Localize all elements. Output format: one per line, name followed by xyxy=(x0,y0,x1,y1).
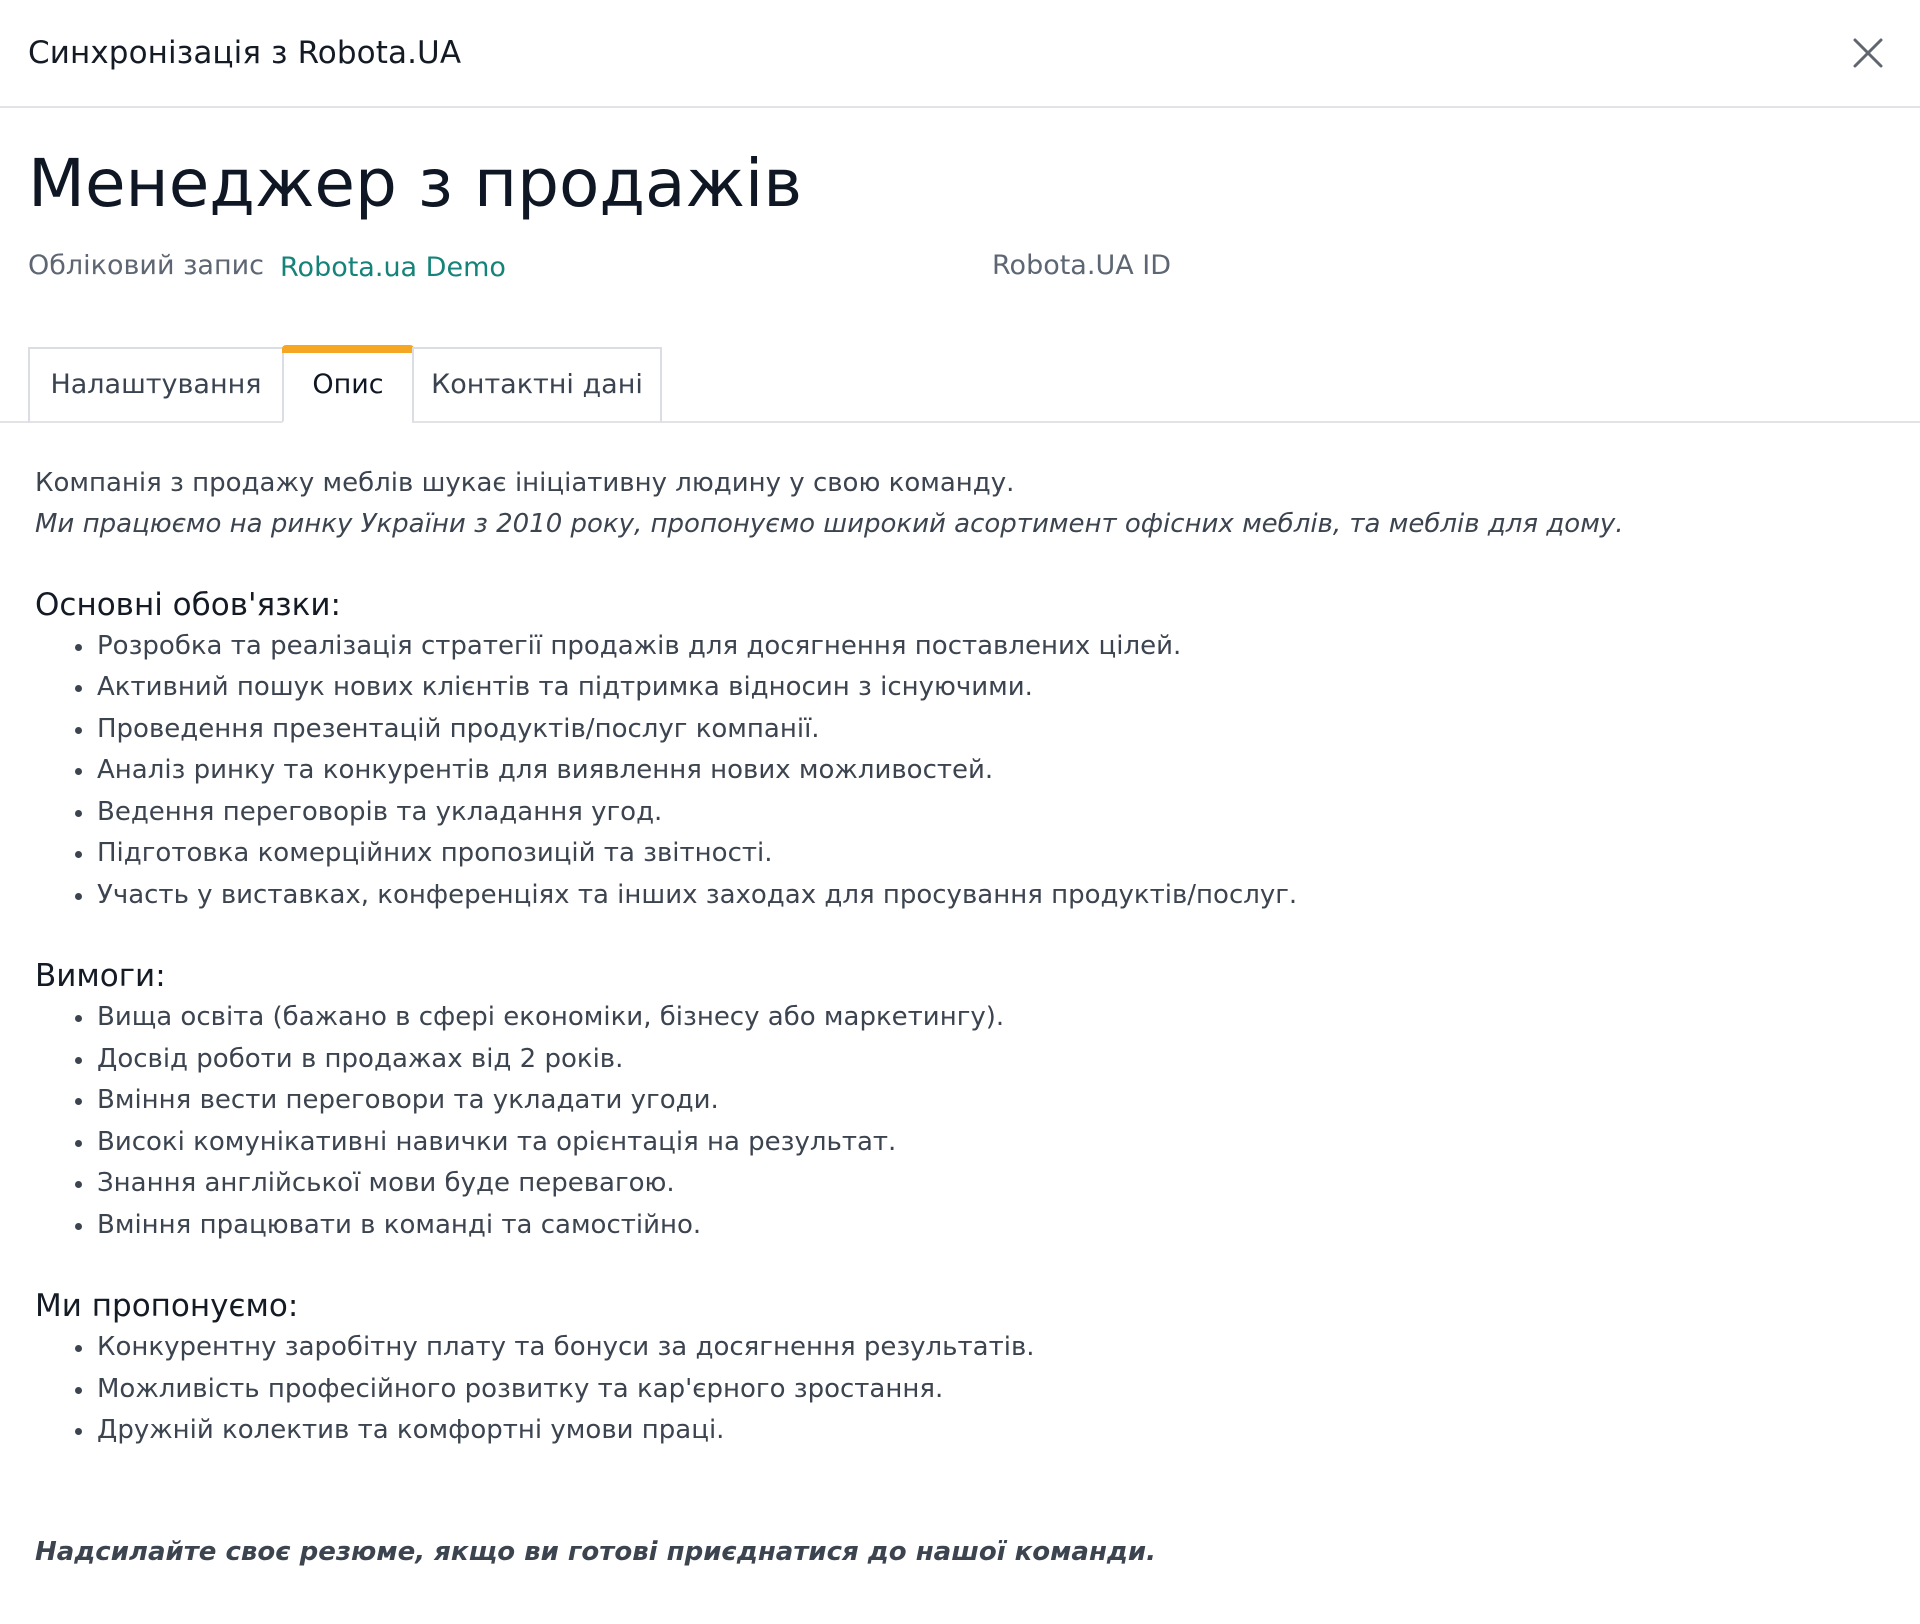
list-item: Вміння працювати в команді та самостійно… xyxy=(75,1205,1920,1247)
close-button[interactable] xyxy=(1848,33,1888,73)
list-item: Проведення презентацій продуктів/послуг … xyxy=(75,709,1920,751)
list-item: Активний пошук нових клієнтів та підтрим… xyxy=(75,667,1920,709)
duties-list: Розробка та реалізація стратегії продажі… xyxy=(35,626,1920,917)
section-title-offer: Ми пропонуємо: xyxy=(35,1288,299,1325)
list-item: Участь у виставках, конференціях та інши… xyxy=(75,875,1920,917)
robota-id-label: Robota.UA ID xyxy=(992,249,1172,281)
tab-list: Налаштування Опис Контактні дані xyxy=(28,344,662,423)
dialog-title: Синхронізація з Robota.UA xyxy=(28,35,462,71)
tab-contacts[interactable]: Контактні дані xyxy=(412,346,662,423)
tabs-bar: Налаштування Опис Контактні дані xyxy=(0,343,1920,423)
list-item: Ведення переговорів та укладання угод. xyxy=(75,792,1920,834)
intro-text: Компанія з продажу меблів шукає ініціати… xyxy=(35,467,1015,498)
tab-settings[interactable]: Налаштування xyxy=(28,346,284,423)
dialog-header: Синхронізація з Robota.UA xyxy=(0,0,1920,108)
account-label: Обліковий запис xyxy=(28,249,265,281)
account-meta-row: Обліковий запис Robota.ua Demo Robota.UA… xyxy=(0,250,1920,300)
section-title-requirements: Вимоги: xyxy=(35,958,166,995)
description-content: Компанія з продажу меблів шукає ініціати… xyxy=(0,423,1920,1573)
list-item: Знання англійської мови буде перевагою. xyxy=(75,1163,1920,1205)
list-item: Конкурентну заробітну плату та бонуси за… xyxy=(75,1327,1920,1369)
section-title-duties: Основні обов'язки: xyxy=(35,586,341,623)
account-link[interactable]: Robota.ua Demo xyxy=(280,252,506,283)
footer-note: Надсилайте своє резюме, якщо ви готові п… xyxy=(35,1536,1157,1567)
sync-dialog: Синхронізація з Robota.UA Менеджер з про… xyxy=(0,0,1920,1624)
list-item: Досвід роботи в продажах від 2 років. xyxy=(75,1039,1920,1081)
list-item: Можливість професійного розвитку та кар'… xyxy=(75,1369,1920,1411)
list-item: Дружній колектив та комфортні умови прац… xyxy=(75,1410,1920,1452)
tab-description[interactable]: Опис xyxy=(282,344,414,423)
list-item: Вміння вести переговори та укладати угод… xyxy=(75,1080,1920,1122)
intro-italic-text: Ми працюємо на ринку України з 2010 року… xyxy=(35,508,1624,539)
list-item: Вища освіта (бажано в сфері економіки, б… xyxy=(75,997,1920,1039)
list-item: Підготовка комерційних пропозицій та зві… xyxy=(75,833,1920,875)
offer-list: Конкурентну заробітну плату та бонуси за… xyxy=(35,1327,1920,1452)
list-item: Високі комунікативні навички та орієнтац… xyxy=(75,1122,1920,1164)
list-item: Розробка та реалізація стратегії продажі… xyxy=(75,626,1920,668)
requirements-list: Вища освіта (бажано в сфері економіки, б… xyxy=(35,997,1920,1246)
list-item: Аналіз ринку та конкурентів для виявленн… xyxy=(75,750,1920,792)
vacancy-title: Менеджер з продажів xyxy=(28,145,803,222)
close-icon xyxy=(1853,38,1883,68)
